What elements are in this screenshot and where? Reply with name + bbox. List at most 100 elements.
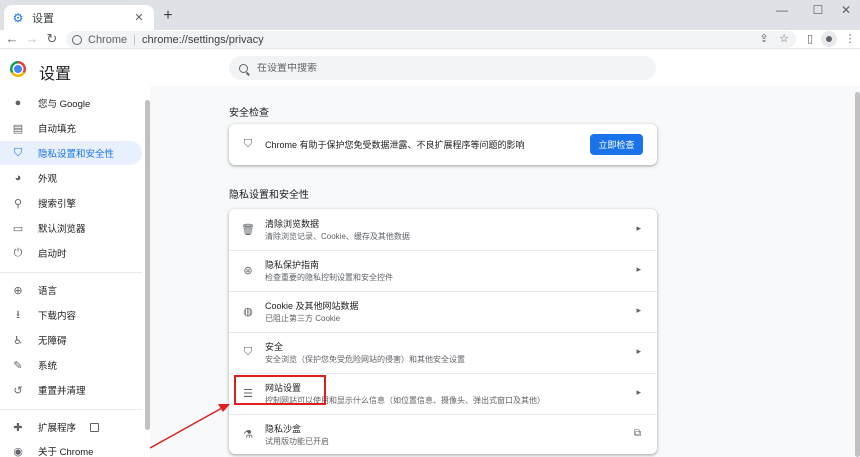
privacy-row-privacy-guide[interactable]: ⊛ 隐私保护指南 检查重要的隐私控制设置和安全控件 ▸ <box>229 250 657 291</box>
settings-search[interactable] <box>229 56 656 80</box>
row-title: 安全 <box>265 342 284 352</box>
annotation-highlight-box <box>234 375 326 405</box>
site-info-icon[interactable] <box>72 34 82 45</box>
chrome-icon: ◉ <box>13 445 23 457</box>
close-tab-icon[interactable]: ✕ <box>132 11 146 24</box>
gear-icon: ⚙ <box>12 10 24 25</box>
clipboard-icon: ▤ <box>12 122 24 135</box>
bookmark-star-icon[interactable]: ☆ <box>776 31 792 47</box>
download-icon: ⭳ <box>16 308 20 321</box>
row-subtitle: 已阻止第三方 Cookie <box>265 314 341 323</box>
site-chip: Chrome <box>88 33 128 46</box>
privacy-row-security[interactable]: ⛉ 安全 安全浏览（保护您免受危险网站的侵害）和其他安全设置 ▸ <box>229 332 657 373</box>
settings-search-input[interactable] <box>257 62 617 74</box>
settings-header: 设置 <box>0 50 860 86</box>
sidebar-item-accessibility[interactable]: ♿ 无障碍 <box>0 328 142 352</box>
address-bar[interactable]: Chrome | chrome://settings/privacy <box>66 31 796 48</box>
flask-icon: ⚗ <box>243 429 253 441</box>
sidebar-item-reset[interactable]: ↺ 重置并清理 <box>0 378 142 402</box>
privacy-row-clear-browsing-data[interactable]: 🗑 清除浏览数据 清除浏览记录、Cookie、缓存及其他数据 ▸ <box>229 209 657 250</box>
sidebar-item-you-and-google[interactable]: ● 您与 Google <box>0 91 142 115</box>
back-icon[interactable]: ← <box>4 31 20 47</box>
security-shield-icon: ⛉ <box>243 346 253 358</box>
chevron-right-icon: ▸ <box>636 264 641 274</box>
sidebar: ● 您与 Google ▤ 自动填充 ⛉ 隐私设置和安全性 ◕ 外观 ⚲ 搜索引… <box>0 86 150 457</box>
sidebar-item-label: 扩展程序 <box>38 423 77 434</box>
minimize-icon[interactable]: — <box>764 0 800 22</box>
check-now-button[interactable]: 立即检查 <box>590 134 643 155</box>
safety-check-card: ⛉ Chrome 有助于保护您免受数据泄露、不良扩展程序等问题的影响 立即检查 <box>229 124 657 165</box>
sidebar-item-label: 自动填充 <box>38 124 77 135</box>
sidebar-divider <box>0 409 142 410</box>
sidebar-item-system[interactable]: ✎ 系统 <box>0 353 142 377</box>
open-in-new-icon: ⧉ <box>633 428 641 439</box>
tab-settings[interactable]: ⚙ 设置 ✕ <box>4 5 154 30</box>
sidebar-item-label: 关于 Chrome <box>38 447 94 457</box>
browser-toolbar: ← → ↻ Chrome | chrome://settings/privacy… <box>0 30 860 49</box>
row-subtitle: 清除浏览记录、Cookie、缓存及其他数据 <box>265 232 410 241</box>
sidebar-item-label: 下载内容 <box>38 311 77 322</box>
chevron-right-icon: ▸ <box>636 223 641 233</box>
sidebar-item-label: 启动时 <box>38 249 67 260</box>
side-panel-icon[interactable]: ▯ <box>802 31 818 47</box>
sidebar-item-on-startup[interactable]: ⏻ 启动时 <box>0 241 142 265</box>
row-title: Cookie 及其他网站数据 <box>265 301 359 311</box>
sidebar-item-label: 搜索引擎 <box>38 199 77 210</box>
sidebar-item-search-engine[interactable]: ⚲ 搜索引擎 <box>0 191 142 215</box>
page-title: 设置 <box>39 66 72 83</box>
sidebar-item-default-browser[interactable]: ▭ 默认浏览器 <box>0 216 142 240</box>
privacy-row-privacy-sandbox[interactable]: ⚗ 隐私沙盒 试用版功能已开启 ⧉ <box>229 414 657 455</box>
chevron-right-icon: ▸ <box>636 346 641 356</box>
share-icon[interactable]: ⇪ <box>756 31 772 47</box>
shield-check-icon: ⛉ <box>243 138 253 150</box>
url-text: chrome://settings/privacy <box>141 33 264 46</box>
open-in-new-icon <box>90 422 100 432</box>
sidebar-item-label: 外观 <box>38 174 58 185</box>
accessibility-icon: ♿ <box>13 334 23 347</box>
person-icon: ● <box>14 97 22 109</box>
puzzle-icon: ✚ <box>13 421 23 434</box>
safety-check-heading: 安全检查 <box>229 108 269 119</box>
chrome-logo-icon <box>10 61 26 77</box>
privacy-guide-icon: ⊛ <box>243 265 253 277</box>
sidebar-item-downloads[interactable]: ⭳ 下载内容 <box>0 303 142 327</box>
tab-strip: ⚙ 设置 ✕ + — ☐ ✕ <box>0 0 860 30</box>
sidebar-item-appearance[interactable]: ◕ 外观 <box>0 166 142 190</box>
safety-check-description: Chrome 有助于保护您免受数据泄露、不良扩展程序等问题的影响 <box>265 140 525 150</box>
forward-icon[interactable]: → <box>24 31 40 47</box>
row-title: 隐私沙盒 <box>265 424 302 434</box>
sidebar-item-privacy[interactable]: ⛉ 隐私设置和安全性 <box>0 141 142 165</box>
browser-icon: ▭ <box>12 222 24 235</box>
privacy-card: 🗑 清除浏览数据 清除浏览记录、Cookie、缓存及其他数据 ▸ ⊛ 隐私保护指… <box>229 209 657 454</box>
shield-icon: ⛉ <box>13 146 23 159</box>
search-icon <box>239 63 248 73</box>
tab-title: 设置 <box>32 12 54 25</box>
chevron-right-icon: ▸ <box>636 305 641 315</box>
sidebar-item-label: 默认浏览器 <box>38 224 86 235</box>
row-title: 清除浏览数据 <box>265 219 320 229</box>
main-scrollbar[interactable] <box>855 92 860 457</box>
reset-icon: ↺ <box>13 384 23 397</box>
row-subtitle: 检查重要的隐私控制设置和安全控件 <box>265 273 393 282</box>
row-subtitle: 试用版功能已开启 <box>265 437 329 446</box>
menu-kebab-icon[interactable]: ⋮ <box>842 31 858 47</box>
sidebar-item-label: 您与 Google <box>38 99 91 110</box>
sidebar-item-autofill[interactable]: ▤ 自动填充 <box>0 116 142 140</box>
wrench-icon: ✎ <box>13 359 23 372</box>
privacy-row-cookies[interactable]: ◍ Cookie 及其他网站数据 已阻止第三方 Cookie ▸ <box>229 291 657 332</box>
sidebar-item-label: 无障碍 <box>38 336 67 347</box>
sidebar-item-about-chrome[interactable]: ◉ 关于 Chrome <box>0 439 142 457</box>
sidebar-item-extensions[interactable]: ✚ 扩展程序 <box>0 415 142 439</box>
sidebar-item-label: 隐私设置和安全性 <box>38 149 115 160</box>
new-tab-button[interactable]: + <box>160 7 176 25</box>
profile-icon <box>826 36 832 42</box>
sidebar-item-label: 重置并清理 <box>38 386 86 397</box>
reload-icon[interactable]: ↻ <box>44 31 60 47</box>
profile-avatar[interactable] <box>821 31 837 47</box>
sidebar-item-languages[interactable]: ⊕ 语言 <box>0 278 142 302</box>
sidebar-divider <box>0 272 142 273</box>
sidebar-item-label: 系统 <box>38 361 58 372</box>
trash-icon: 🗑 <box>241 224 255 236</box>
sidebar-item-label: 语言 <box>38 286 58 297</box>
close-window-icon[interactable]: ✕ <box>828 0 860 22</box>
